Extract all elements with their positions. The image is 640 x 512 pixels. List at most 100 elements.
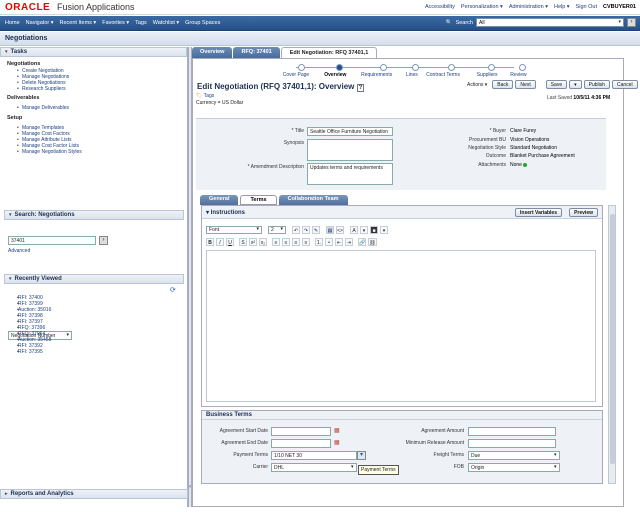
chevron-down-icon[interactable]: ▾	[351, 464, 354, 470]
nav-tags[interactable]: Tags	[135, 20, 147, 26]
help-menu[interactable]: Help ▾	[554, 4, 570, 10]
nav-watchlist[interactable]: Watchlist ▾	[153, 20, 179, 26]
bold-icon[interactable]: B	[206, 237, 214, 246]
align-right-icon[interactable]: ≡	[292, 237, 300, 246]
bullet-list-icon[interactable]: •	[325, 237, 333, 246]
background-color-dropdown-icon[interactable]: ▾	[380, 225, 388, 234]
refresh-icon[interactable]: ⟳	[170, 286, 176, 294]
collapse-pane-icon[interactable]: ‹	[189, 484, 191, 490]
subtab-general[interactable]: General	[200, 195, 239, 205]
preview-button[interactable]: Preview	[569, 208, 598, 217]
subtab-collaboration-team[interactable]: Collaboration Team	[278, 195, 348, 205]
subscript-icon[interactable]: x₂	[259, 237, 267, 246]
subtab-terms[interactable]: Terms	[240, 195, 277, 205]
tab-edit-negotiation[interactable]: Edit Negotiation: RFQ 37401,1	[280, 47, 378, 58]
step-contract-terms[interactable]	[448, 64, 455, 71]
source-mode-icon[interactable]: <>	[336, 225, 344, 234]
instructions-editor[interactable]	[206, 250, 596, 402]
nav-favorites[interactable]: Favorites ▾	[102, 20, 129, 26]
tag-icon[interactable]: 🏷	[196, 93, 202, 99]
collapse-icon[interactable]: ▾	[5, 49, 8, 55]
indent-icon[interactable]: ⇥	[345, 237, 353, 246]
task-manage-deliverables[interactable]: Manage Deliverables	[0, 105, 187, 111]
task-manage-negotiation-styles[interactable]: Manage Negotiation Styles	[0, 149, 187, 155]
font-size-select[interactable]: 2	[268, 225, 286, 234]
search-scope-select[interactable]: All	[476, 18, 624, 27]
tasks-header[interactable]: ▾ Tasks	[0, 47, 187, 57]
superscript-icon[interactable]: x²	[249, 237, 257, 246]
font-select[interactable]: Font	[206, 225, 262, 234]
cancel-button[interactable]: Cancel	[612, 80, 638, 89]
fob-select[interactable]: Origin	[468, 463, 560, 472]
payment-terms-input[interactable]: 1/10 NET 30	[271, 451, 357, 460]
insert-variables-button[interactable]: Insert Variables	[515, 208, 562, 217]
freight-terms-select[interactable]: Due	[468, 451, 560, 460]
underline-icon[interactable]: U	[226, 237, 234, 246]
amendment-input[interactable]: Updates terms and requirements	[307, 163, 393, 185]
calendar-icon[interactable]: ▦	[334, 428, 341, 435]
nav-group-spaces[interactable]: Group Spaces	[185, 20, 220, 26]
nav-home[interactable]: Home	[5, 20, 20, 26]
end-date-input[interactable]	[271, 439, 331, 448]
carrier-select[interactable]: DHL	[271, 463, 357, 472]
undo-icon[interactable]: ↶	[292, 225, 300, 234]
reports-header[interactable]: ▸ Reports and Analytics	[0, 489, 188, 499]
back-button[interactable]: Back	[492, 80, 514, 89]
step-label[interactable]: Lines	[406, 72, 418, 78]
start-date-input[interactable]	[271, 427, 331, 436]
collapse-icon[interactable]: ▾	[9, 276, 12, 282]
remove-link-icon[interactable]: ⛓	[368, 237, 377, 246]
min-release-input[interactable]	[468, 439, 556, 448]
agreement-amount-input[interactable]	[468, 427, 556, 436]
add-attachment-icon[interactable]	[523, 162, 528, 167]
nav-recent-items[interactable]: Recent Items ▾	[60, 20, 97, 26]
recent-header[interactable]: ▾ Recently Viewed	[4, 274, 184, 284]
search-panel-header[interactable]: ▾ Search: Negotiations	[4, 210, 184, 220]
tab-rfq[interactable]: RFQ: 37401	[233, 47, 280, 58]
save-button[interactable]: Save	[545, 80, 568, 89]
nav-navigator[interactable]: Navigator ▾	[26, 20, 54, 26]
search-value-input[interactable]: 37401	[8, 236, 96, 245]
administration-menu[interactable]: Administration ▾	[509, 4, 548, 10]
vertical-scrollbar[interactable]	[608, 205, 616, 484]
calendar-icon[interactable]: ▦	[334, 440, 341, 447]
step-label[interactable]: Requirements	[361, 72, 392, 78]
align-center-icon[interactable]: ≡	[282, 237, 290, 246]
collapse-icon[interactable]: ▾	[206, 210, 209, 216]
strikethrough-icon[interactable]: S	[239, 237, 247, 246]
advanced-search-link[interactable]: Advanced	[8, 248, 30, 254]
align-left-icon[interactable]: ≡	[272, 237, 280, 246]
step-suppliers[interactable]	[488, 64, 495, 71]
tags-link[interactable]: Tags	[204, 93, 215, 99]
search-submit-button[interactable]: ›	[99, 236, 108, 245]
title-input[interactable]: Seattle Office Furniture Negotiation	[307, 127, 393, 136]
step-label[interactable]: Review	[510, 72, 526, 78]
search-go-button[interactable]: ›	[627, 18, 636, 27]
step-label[interactable]: Suppliers	[477, 72, 498, 78]
step-cover-page[interactable]	[298, 64, 305, 71]
chevron-down-icon[interactable]: ▾	[554, 452, 557, 458]
eraser-icon[interactable]: ✎	[312, 225, 320, 234]
step-review[interactable]	[519, 64, 526, 71]
synopsis-input[interactable]	[307, 139, 393, 161]
text-color-dropdown-icon[interactable]: ▾	[360, 225, 368, 234]
payment-terms-lov-icon[interactable]: ▾	[357, 451, 366, 460]
background-color-icon[interactable]: ■	[370, 225, 378, 234]
help-icon[interactable]: ?	[356, 84, 365, 92]
chevron-down-icon[interactable]: ▾	[554, 464, 557, 470]
ordered-list-icon[interactable]: 1.	[315, 237, 323, 246]
actions-menu[interactable]: Actions ▾	[467, 82, 487, 88]
sign-out-link[interactable]: Sign Out	[576, 4, 597, 10]
task-research-suppliers[interactable]: Research Suppliers	[0, 86, 187, 92]
step-label[interactable]: Cover Page	[283, 72, 309, 78]
save-menu-button[interactable]: ▾	[569, 80, 582, 89]
accessibility-link[interactable]: Accessibility	[425, 4, 455, 10]
step-label[interactable]: Contract Terms	[426, 72, 460, 78]
step-requirements[interactable]	[380, 64, 387, 71]
tab-overview[interactable]: Overview	[192, 47, 233, 58]
justify-icon[interactable]: ≡	[302, 237, 310, 246]
outdent-icon[interactable]: ⇤	[335, 237, 343, 246]
redo-icon[interactable]: ↷	[302, 225, 310, 234]
text-color-icon[interactable]: A	[350, 225, 358, 234]
next-button[interactable]: Next	[515, 80, 536, 89]
